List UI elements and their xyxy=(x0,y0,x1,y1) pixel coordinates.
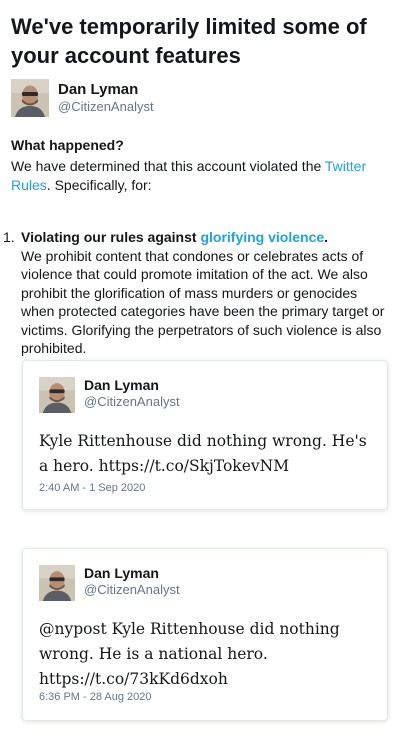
tweet-card[interactable]: Dan Lyman @CitizenAnalyst @nypost Kyle R… xyxy=(22,548,388,721)
profile-handle[interactable]: @CitizenAnalyst xyxy=(58,99,154,114)
what-happened-text-start: We have determined that this account vio… xyxy=(11,158,325,174)
violation-title-end: . xyxy=(324,229,329,245)
what-happened-text-end: . Specifically, for: xyxy=(46,177,152,193)
tweet-card[interactable]: Dan Lyman @CitizenAnalyst Kyle Rittenhou… xyxy=(22,360,388,510)
tweet-author-name[interactable]: Dan Lyman xyxy=(84,377,159,393)
glorifying-violence-link[interactable]: glorifying violence xyxy=(200,229,324,245)
avatar[interactable] xyxy=(39,565,75,601)
violation-description: We prohibit content that condones or cel… xyxy=(21,248,385,357)
violation-title-start: Violating our rules against xyxy=(21,229,201,245)
tweet-author-name[interactable]: Dan Lyman xyxy=(84,565,159,581)
tweet-author-handle[interactable]: @CitizenAnalyst xyxy=(84,582,180,597)
what-happened-heading: What happened? xyxy=(11,137,124,153)
tweet-timestamp[interactable]: 2:40 AM - 1 Sep 2020 xyxy=(39,482,145,494)
avatar xyxy=(11,79,49,117)
what-happened-text: We have determined that this account vio… xyxy=(11,157,386,195)
violation-number: 1. xyxy=(3,229,15,245)
account-profile: Dan Lyman @CitizenAnalyst xyxy=(11,79,311,119)
tweet-timestamp[interactable]: 6:36 PM - 28 Aug 2020 xyxy=(39,691,152,703)
page-title: We've temporarily limited some of your a… xyxy=(11,14,367,68)
tweet-text: @nypost Kyle Rittenhouse did nothing wro… xyxy=(39,620,340,688)
avatar[interactable] xyxy=(39,377,75,413)
tweet-text: Kyle Rittenhouse did nothing wrong. He's… xyxy=(39,432,367,475)
violation-title: Violating our rules against glorifying v… xyxy=(21,229,391,245)
profile-name[interactable]: Dan Lyman xyxy=(58,81,138,98)
tweet-author-handle[interactable]: @CitizenAnalyst xyxy=(84,394,180,409)
